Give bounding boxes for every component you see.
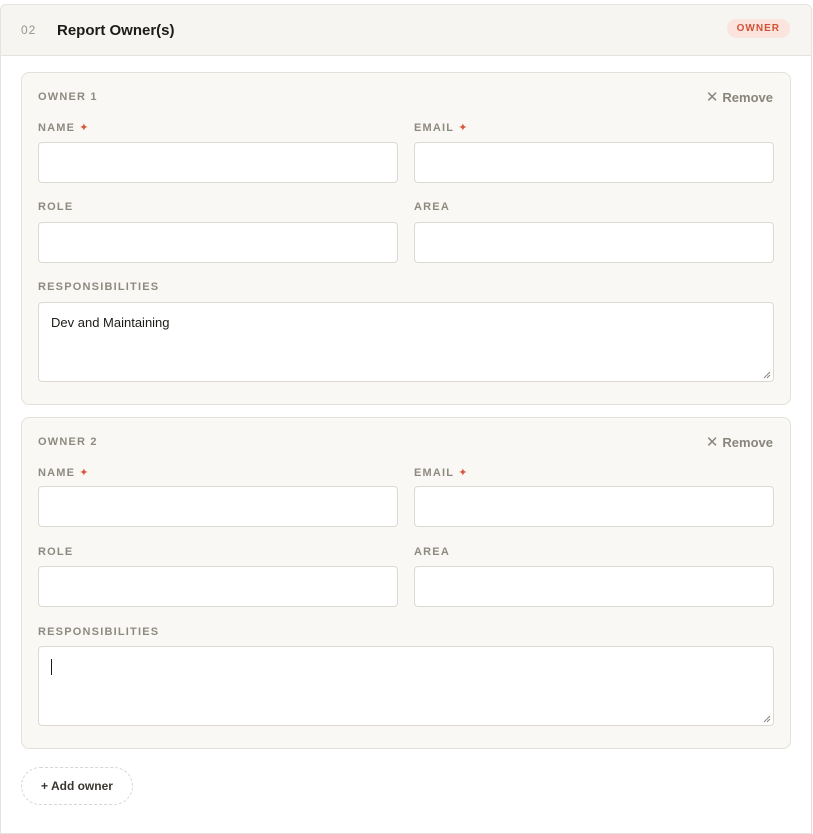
owner-title: OWNER 2 — [38, 436, 98, 448]
area-label: AREA — [414, 546, 450, 558]
role-label: ROLE — [38, 201, 74, 213]
section-header: 02 Report Owner(s) OWNER — [1, 5, 811, 56]
required-star-icon: ✦ — [458, 122, 469, 134]
owner-card-1: OWNER 1 ✕ Remove NAME ✦ EMAIL ✦ ROLE ARE… — [21, 72, 791, 405]
email-label-text: EMAIL — [414, 121, 455, 134]
close-icon: ✕ — [705, 89, 719, 106]
area-field[interactable] — [414, 566, 774, 607]
name-label: NAME ✦ — [38, 466, 90, 480]
name-label-text: NAME — [38, 121, 76, 134]
text-caret — [51, 659, 52, 675]
resize-grip-icon[interactable] — [763, 371, 771, 379]
responsibilities-value: Dev and Maintaining — [51, 315, 170, 330]
remove-label: Remove — [722, 90, 773, 105]
section-number: 02 — [21, 23, 37, 37]
owner-card-2: OWNER 2 ✕ Remove NAME ✦ EMAIL ✦ ROLE ARE… — [21, 417, 791, 749]
close-icon: ✕ — [705, 434, 719, 451]
role-field[interactable] — [38, 566, 398, 607]
owner-badge: OWNER — [726, 19, 790, 38]
required-star-icon: ✦ — [79, 122, 90, 134]
remove-owner-button[interactable]: ✕ Remove — [706, 90, 773, 105]
name-label: NAME ✦ — [38, 121, 90, 135]
email-label: EMAIL ✦ — [414, 466, 469, 480]
email-label-text: EMAIL — [414, 466, 455, 479]
remove-owner-button[interactable]: ✕ Remove — [706, 435, 773, 450]
required-star-icon: ✦ — [79, 467, 90, 479]
name-label-text: NAME — [38, 466, 76, 479]
responsibilities-label: RESPONSIBILITIES — [38, 626, 160, 638]
responsibilities-label: RESPONSIBILITIES — [38, 281, 160, 293]
role-field[interactable] — [38, 222, 398, 263]
email-field[interactable] — [414, 142, 774, 183]
add-owner-button[interactable]: + Add owner — [21, 767, 133, 805]
role-label: ROLE — [38, 546, 74, 558]
name-field[interactable] — [38, 486, 398, 527]
area-label: AREA — [414, 201, 450, 213]
required-star-icon: ✦ — [458, 467, 469, 479]
owner-title: OWNER 1 — [38, 91, 98, 103]
remove-label: Remove — [722, 435, 773, 450]
name-field[interactable] — [38, 142, 398, 183]
email-label: EMAIL ✦ — [414, 121, 469, 135]
responsibilities-field[interactable]: Dev and Maintaining — [38, 302, 774, 382]
section-title: Report Owner(s) — [57, 21, 175, 39]
email-field[interactable] — [414, 486, 774, 527]
resize-grip-icon[interactable] — [763, 715, 771, 723]
responsibilities-field[interactable] — [38, 646, 774, 726]
area-field[interactable] — [414, 222, 774, 263]
